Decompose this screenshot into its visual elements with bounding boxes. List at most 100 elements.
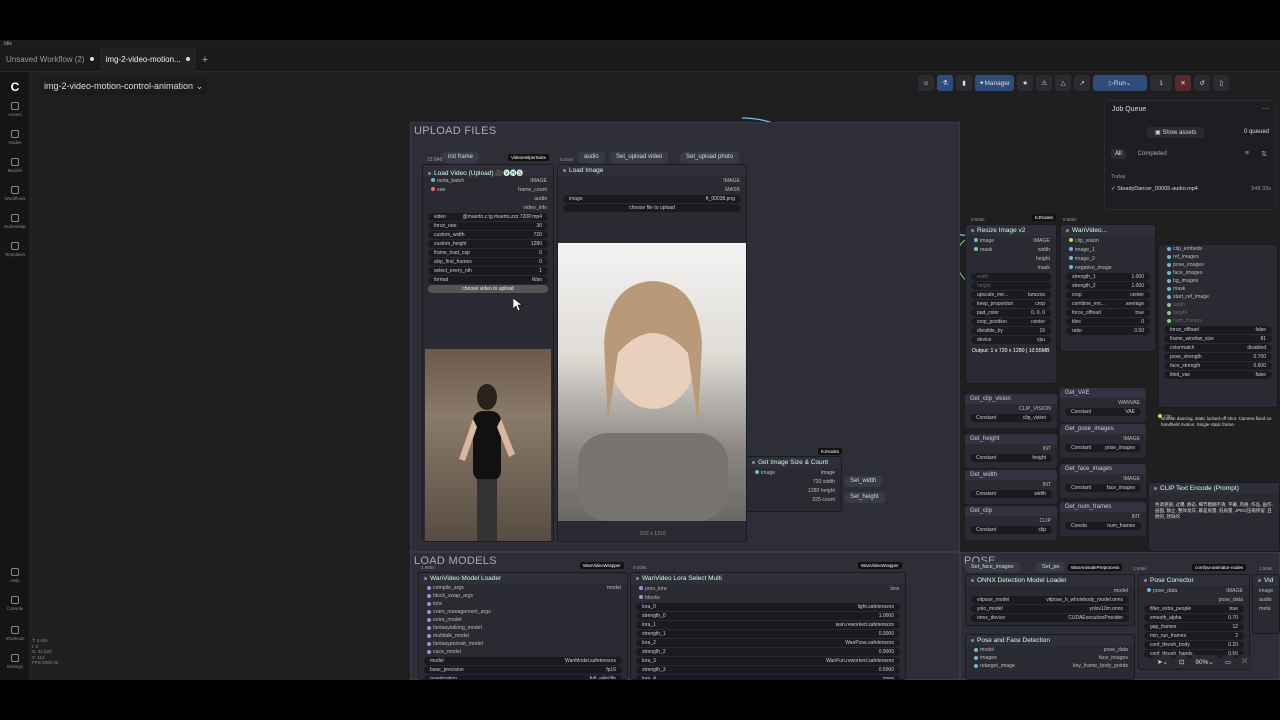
widget-onnx-device[interactable]: onnx_device CUDAExecutionProvider — [971, 614, 1129, 622]
widget-constant[interactable]: Constant face_images — [1065, 484, 1141, 492]
widget-conf-thresh-body[interactable]: conf_thresh_body 0.20 — [1144, 641, 1244, 649]
widget-pad-color[interactable]: pad_color 0, 0, 0 — [971, 309, 1051, 317]
run-button[interactable]: ▷ Run ⌄ — [1093, 75, 1148, 91]
output-image[interactable]: IMAGE — [558, 176, 746, 185]
output-mask[interactable]: mask — [966, 263, 1056, 272]
clip-text-encode-node[interactable]: CLIP Text Encode (Prompt) 色调艳丽, 过曝, 静态, … — [1148, 482, 1280, 552]
widget-upscale[interactable]: upscale_me... lanczos — [971, 291, 1051, 299]
getter-output[interactable]: IMAGE — [1060, 434, 1146, 443]
sort-icon[interactable]: ⇅ — [1261, 150, 1267, 158]
fit-view-button[interactable]: ⊡ — [1174, 655, 1189, 669]
sidebar-item-workflows[interactable]: Workflows — [0, 186, 30, 201]
negative-prompt-text[interactable]: 色调艳丽, 过曝, 静态, 细节模糊不清, 字幕, 风格, 作品, 画作, 画面… — [1149, 494, 1279, 528]
choose-file-button[interactable]: choose file to upload — [563, 204, 741, 212]
sidebar-item-assets[interactable]: Assets — [0, 102, 30, 117]
set-upload-photo-node[interactable]: Set_upload photo — [680, 152, 740, 163]
output-pose-data[interactable]: pose_data — [1139, 595, 1249, 604]
getter-clip-vision[interactable]: Get_clip_vision CLIP_VISION Constant clip_v… — [965, 394, 1057, 428]
input-multitalk-model[interactable]: multitalk_model — [419, 632, 627, 640]
widget-constant[interactable]: Constant clip_vision — [970, 414, 1052, 422]
pin-mask[interactable]: mask width — [966, 245, 1056, 254]
widget-colormatch[interactable]: colormatch disabled — [1164, 344, 1272, 352]
getter-output[interactable]: IMAGE — [1060, 474, 1146, 483]
tab-img2video[interactable]: img-2-video-motion... — [99, 47, 196, 72]
widget-image[interactable]: image ft_00038.png — [563, 195, 741, 203]
getter-output[interactable]: WANVAE — [1060, 398, 1146, 407]
pfd-pin[interactable]: images face_images — [966, 654, 1134, 662]
show-assets-button[interactable]: ▣ Show assets — [1147, 127, 1205, 138]
widget-quantization[interactable]: quantization fp8_e4m3fn — [424, 675, 622, 679]
input-image-2[interactable]: image_2 — [1061, 254, 1155, 263]
getter-clip[interactable]: Get_clip CLIP Constant clip — [965, 506, 1057, 540]
widget-constant[interactable]: Constant clip — [970, 526, 1052, 534]
embed-pin[interactable]: width — [1159, 301, 1277, 309]
more-menu-icon[interactable]: ⋯ — [1262, 105, 1269, 113]
set-width-node[interactable]: Set_width — [844, 476, 883, 487]
getter-output[interactable]: INT — [1060, 512, 1146, 521]
getter-output[interactable]: INT — [965, 480, 1057, 489]
output-width[interactable]: 720 width — [747, 477, 841, 486]
input-vram-management-args[interactable]: vram_management_args — [419, 608, 627, 616]
get-image-size-node[interactable]: Get Image Size & Count image image 720 wi… — [746, 456, 842, 512]
widget-frame-load-cap[interactable]: frame_load_cap 0 — [428, 249, 548, 257]
embed-pin[interactable]: clip_embeds — [1159, 245, 1277, 253]
widget-divisible-by[interactable]: divisible_by 16 — [971, 327, 1051, 335]
tab-all[interactable]: All — [1111, 149, 1126, 159]
widget-strength-2[interactable]: strength_2 0.9000 — [636, 648, 900, 656]
stop-button[interactable]: ✕ — [1175, 75, 1192, 91]
input-compile-args[interactable]: compile_args model — [419, 584, 627, 592]
resize-image-node[interactable]: Resize Image v2 image IMAGE mask width hei… — [965, 224, 1057, 384]
widget-strength-3[interactable]: strength_3 0.5000 — [636, 666, 900, 674]
sidebar-item-nodes[interactable]: Nodes — [0, 130, 30, 145]
widget-custom-height[interactable]: custom_height 1280 — [428, 240, 548, 248]
widget-constant[interactable]: Constant width — [970, 490, 1052, 498]
getter-VAE[interactable]: Get_VAE WANVAE Constant VAE — [1060, 388, 1146, 422]
input-blocks[interactable]: blocks — [631, 593, 905, 602]
input-meta[interactable]: meta — [1253, 604, 1279, 613]
widget-vitpose-model[interactable]: vitpose_model vitpose_h_wholebody_model.o… — [971, 596, 1129, 604]
output-audio[interactable]: audio — [423, 194, 553, 203]
widget-constant[interactable]: Constant height — [970, 454, 1052, 462]
zoom-level[interactable]: 90% ⌄ — [1191, 655, 1218, 669]
widget-lora-2[interactable]: lora_2 WanPose.safetensors — [636, 639, 900, 647]
embed-pin[interactable]: ref_images — [1159, 253, 1277, 261]
getter-face-images[interactable]: Get_face_images IMAGE Constant face_images — [1060, 464, 1146, 498]
widget-tiled-vae[interactable]: tiled_vae false — [1164, 371, 1272, 379]
add-tab-button[interactable]: + — [196, 54, 214, 66]
wanvideo-encode-node[interactable]: WanVideo... clip_vision image_1 image_2 … — [1060, 224, 1156, 352]
widget-force-offload[interactable]: force_offload true — [1066, 309, 1150, 317]
set-first-frame-node[interactable]: irst frame — [442, 152, 480, 163]
choose-video-button[interactable]: choose video to upload — [428, 285, 548, 293]
embed-pin[interactable]: height — [1159, 309, 1277, 317]
widget-device[interactable]: device cpu — [971, 336, 1051, 344]
pin-image[interactable]: pose_data IMAGE — [1139, 586, 1249, 595]
widget-face-strength[interactable]: face_strength 0.600 — [1164, 362, 1272, 370]
pfd-pin[interactable]: model pose_data — [966, 646, 1134, 654]
widget-constant[interactable]: Consta num_frames — [1065, 522, 1141, 530]
video-combine-node[interactable]: Vid image audio meta — [1252, 574, 1280, 634]
pose-face-detection-node[interactable]: Pose and Face Detection model pose_data im… — [965, 634, 1135, 680]
widget-width[interactable]: width — [971, 273, 1051, 281]
widget-constant[interactable]: Constant VAE — [1065, 408, 1141, 416]
wanvideo-animate-embeds-node[interactable]: clip_embeds ref_images pose_images face_ima… — [1158, 244, 1278, 408]
input-audio[interactable]: audio — [1253, 595, 1279, 604]
set-face-images-node[interactable]: Set_face_images — [965, 562, 1020, 572]
embed-pin[interactable]: mask — [1159, 285, 1277, 293]
widget-strength-1[interactable]: strength_1 0.3000 — [636, 630, 900, 638]
set-upload-video-node[interactable]: Set_upload video — [610, 152, 669, 163]
output-height[interactable]: 1280 height — [747, 486, 841, 495]
widget-smooth-alpha[interactable]: smooth_alpha 0.70 — [1144, 614, 1244, 622]
getter-output[interactable]: CLIP — [965, 516, 1057, 525]
sidebar-item-models[interactable]: Models — [0, 158, 30, 173]
wanvideo-lora-select-node[interactable]: WanVideo Lora Select Multi prev_lora lora… — [630, 572, 906, 680]
input-lora[interactable]: lora — [419, 600, 627, 608]
audio-output[interactable]: audio — [578, 152, 605, 163]
load-image-node[interactable]: Load Image IMAGE MASK image ft_00038.png … — [557, 164, 747, 542]
star-button[interactable]: ★ — [1017, 75, 1034, 91]
bookmark-button[interactable]: ▮ — [956, 75, 972, 91]
hide-links-button[interactable]: ⤫ — [1237, 655, 1252, 669]
getter-output[interactable]: INT — [965, 444, 1057, 453]
widget-height[interactable]: height — [971, 282, 1051, 290]
warning-button[interactable]: ⚠ — [1036, 75, 1053, 91]
widget-strength-0[interactable]: strength_0 1.0000 — [636, 612, 900, 620]
